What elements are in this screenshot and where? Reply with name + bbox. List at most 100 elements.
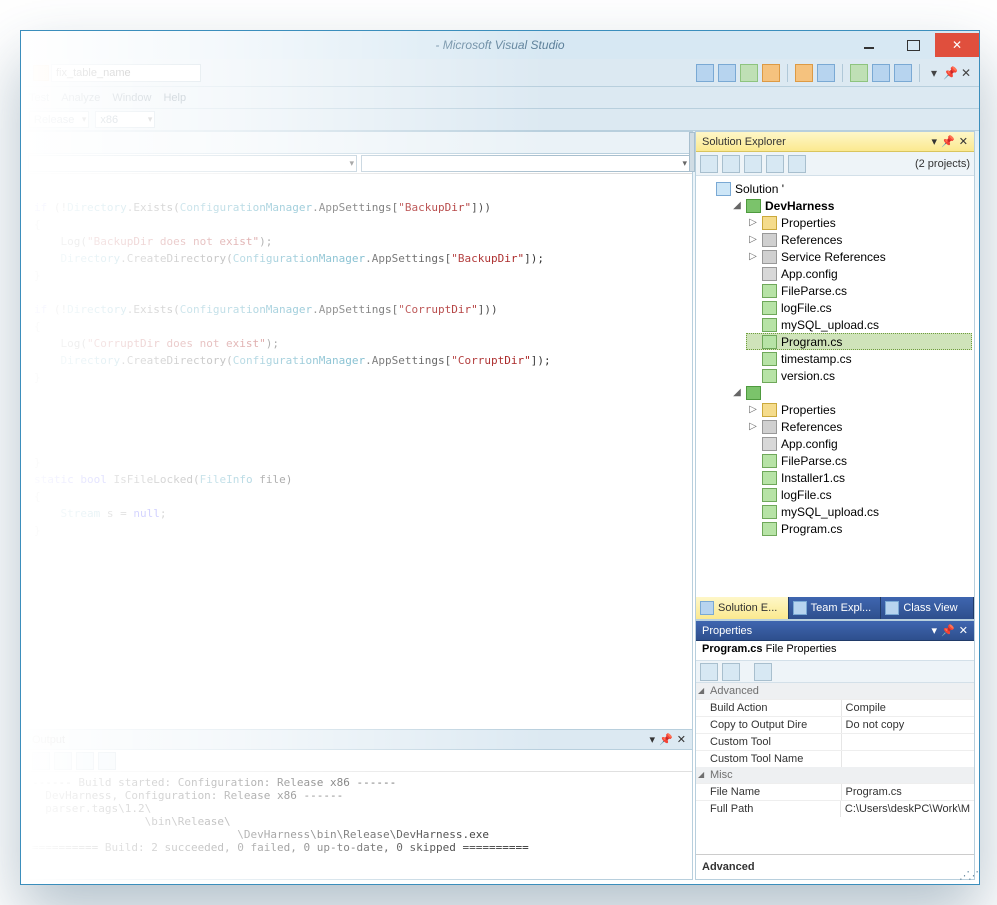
- editor-tabs[interactable]: [26, 132, 692, 154]
- project-node[interactable]: ◢ DevHarness: [730, 197, 972, 214]
- property-row[interactable]: Copy to Output DireDo not copy: [696, 716, 974, 733]
- tree-item[interactable]: Program.cs: [746, 333, 972, 350]
- property-value[interactable]: Program.cs: [841, 784, 974, 800]
- dropdown-icon[interactable]: ▾: [932, 624, 938, 637]
- menu-analyze[interactable]: Analyze: [61, 92, 100, 104]
- property-value[interactable]: C:\Users\deskPC\Work\M: [840, 801, 974, 817]
- tree-item[interactable]: FileParse.cs: [746, 452, 972, 469]
- menu-window[interactable]: Window: [112, 92, 151, 104]
- property-row[interactable]: Custom Tool: [696, 733, 974, 750]
- expand-icon[interactable]: ▷: [748, 235, 758, 245]
- toolbar-icon[interactable]: [894, 64, 912, 82]
- collapse-icon[interactable]: ◢: [732, 388, 742, 398]
- output-text[interactable]: ------ Build started: Configuration: Rel…: [26, 772, 692, 879]
- project-node[interactable]: ◢: [730, 384, 972, 401]
- category-advanced[interactable]: Advanced: [696, 683, 974, 699]
- pin-icon[interactable]: 📌: [941, 135, 955, 148]
- properties-subject[interactable]: Program.cs File Properties: [696, 641, 974, 661]
- pin-icon[interactable]: 📌: [943, 66, 957, 80]
- expand-icon[interactable]: ▷: [748, 218, 758, 228]
- property-value[interactable]: [841, 734, 974, 750]
- tree-item[interactable]: App.config: [746, 435, 972, 452]
- expand-icon[interactable]: ▷: [748, 422, 758, 432]
- dropdown-icon[interactable]: ▾: [932, 135, 938, 148]
- solution-node[interactable]: Solution ': [714, 180, 972, 197]
- toolbar-icon[interactable]: [696, 64, 714, 82]
- dropdown-icon[interactable]: ▾: [927, 66, 941, 80]
- tree-item[interactable]: Program.cs: [746, 520, 972, 537]
- toolbar-icon[interactable]: [718, 64, 736, 82]
- tree-item[interactable]: FileParse.cs: [746, 282, 972, 299]
- tree-item[interactable]: ▷Service References: [746, 248, 972, 265]
- property-row[interactable]: Custom Tool Name: [696, 750, 974, 767]
- categorized-icon[interactable]: [700, 663, 718, 681]
- tree-item[interactable]: version.cs: [746, 367, 972, 384]
- tab-class-view[interactable]: Class View: [881, 597, 974, 619]
- expand-icon[interactable]: [748, 439, 758, 449]
- resize-grip[interactable]: ⋰⋰: [959, 869, 977, 882]
- expand-icon[interactable]: [748, 269, 758, 279]
- close-pane-icon[interactable]: ✕: [959, 624, 968, 637]
- expand-icon[interactable]: [748, 456, 758, 466]
- property-row[interactable]: Full PathC:\Users\deskPC\Work\M: [696, 800, 974, 817]
- tree-item[interactable]: ▷References: [746, 231, 972, 248]
- tree-item[interactable]: mySQL_upload.cs: [746, 316, 972, 333]
- tab-team-explorer[interactable]: Team Expl...: [789, 597, 882, 619]
- config-combo[interactable]: Release: [29, 111, 89, 128]
- expand-icon[interactable]: ▷: [748, 252, 758, 262]
- tree-item[interactable]: mySQL_upload.cs: [746, 503, 972, 520]
- tree-item[interactable]: ▷Properties: [746, 214, 972, 231]
- close-pane-icon[interactable]: ✕: [959, 66, 973, 80]
- dropdown-icon[interactable]: ▾: [650, 733, 656, 746]
- expand-icon[interactable]: [748, 303, 758, 313]
- maximize-button[interactable]: [891, 33, 935, 57]
- property-row[interactable]: File NameProgram.cs: [696, 783, 974, 800]
- property-value[interactable]: [841, 751, 974, 767]
- property-value[interactable]: Do not copy: [841, 717, 974, 733]
- sol-tool-icon[interactable]: [766, 155, 784, 173]
- close-pane-icon[interactable]: ✕: [959, 135, 968, 148]
- tree-item[interactable]: logFile.cs: [746, 486, 972, 503]
- output-tool-icon[interactable]: [76, 752, 94, 770]
- expand-icon[interactable]: [748, 490, 758, 500]
- expand-icon[interactable]: [748, 524, 758, 534]
- sol-tool-icon[interactable]: [722, 155, 740, 173]
- output-tool-icon[interactable]: [98, 752, 116, 770]
- member-combo[interactable]: [361, 155, 690, 172]
- toolbar-icon[interactable]: [762, 64, 780, 82]
- sol-tool-icon[interactable]: [700, 155, 718, 173]
- expand-icon[interactable]: [748, 337, 758, 347]
- pin-icon[interactable]: 📌: [941, 624, 955, 637]
- toolbar-icon[interactable]: [740, 64, 758, 82]
- sol-tool-icon[interactable]: [788, 155, 806, 173]
- solution-tree[interactable]: Solution ' ◢ DevHarness ▷Properties▷: [696, 176, 974, 597]
- alphabetical-icon[interactable]: [722, 663, 740, 681]
- toolbar-icon[interactable]: [795, 64, 813, 82]
- platform-combo[interactable]: x86: [95, 111, 155, 128]
- tab-solution-explorer[interactable]: Solution E...: [696, 597, 789, 619]
- expand-icon[interactable]: ▷: [748, 405, 758, 415]
- output-tool-icon[interactable]: [54, 752, 72, 770]
- expand-icon[interactable]: [748, 286, 758, 296]
- tree-item[interactable]: Installer1.cs: [746, 469, 972, 486]
- tree-item[interactable]: ▷References: [746, 418, 972, 435]
- toolbar-icon[interactable]: [817, 64, 835, 82]
- minimize-button[interactable]: [847, 33, 891, 57]
- collapse-icon[interactable]: ◢: [732, 201, 742, 211]
- tree-item[interactable]: logFile.cs: [746, 299, 972, 316]
- sol-tool-icon[interactable]: [744, 155, 762, 173]
- tree-item[interactable]: timestamp.cs: [746, 350, 972, 367]
- expand-icon[interactable]: [748, 507, 758, 517]
- pin-icon[interactable]: 📌: [659, 733, 673, 746]
- type-combo[interactable]: [28, 155, 357, 172]
- close-button[interactable]: [935, 33, 979, 57]
- splitter-handle[interactable]: [689, 132, 695, 172]
- expand-icon[interactable]: [748, 320, 758, 330]
- tree-item[interactable]: ▷Properties: [746, 401, 972, 418]
- expand-icon[interactable]: [748, 354, 758, 364]
- property-row[interactable]: Build ActionCompile: [696, 699, 974, 716]
- close-pane-icon[interactable]: ✕: [677, 733, 686, 746]
- quick-find-input[interactable]: [51, 64, 201, 82]
- output-tool-icon[interactable]: [32, 752, 50, 770]
- menu-help[interactable]: Help: [163, 92, 186, 104]
